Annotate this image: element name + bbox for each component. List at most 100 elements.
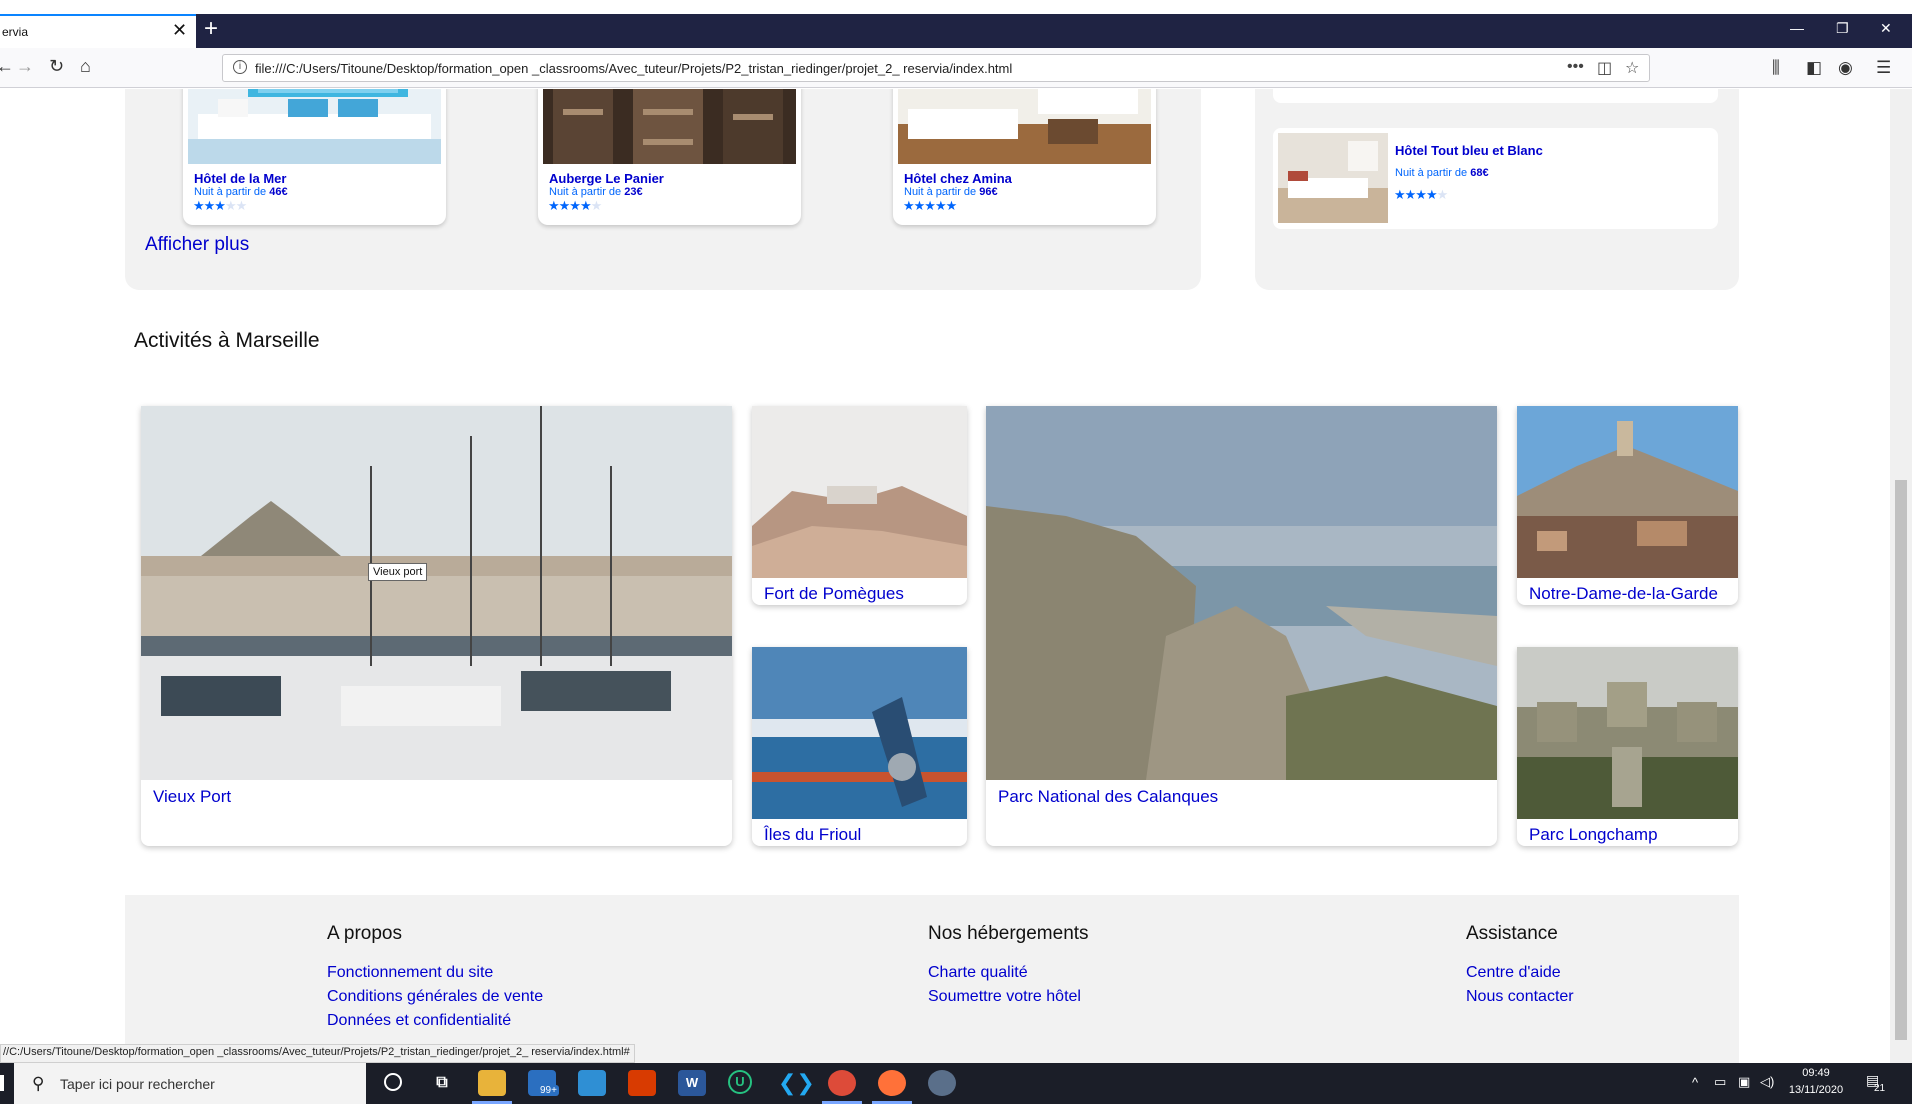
url-text[interactable]: file:///C:/Users/Titoune/Desktop/formati… <box>255 61 1012 76</box>
remote-desktop-icon[interactable] <box>578 1070 606 1096</box>
mail-badge: 99+ <box>538 1085 559 1096</box>
start-icon[interactable] <box>0 1075 4 1091</box>
cortana-icon[interactable] <box>384 1073 402 1091</box>
battery-icon[interactable]: ▭ <box>1714 1074 1726 1090</box>
pocket-icon[interactable]: ◫ <box>1597 58 1612 78</box>
windows-taskbar: ⚲ Taper ici pour rechercher ⧉ 99+ W U ❮❯… <box>0 1063 1912 1104</box>
activity-label: Fort de Pomègues <box>764 584 904 603</box>
hotel-price: Nuit à partir de 46€ <box>194 186 288 198</box>
volume-icon[interactable]: ◁) <box>1760 1074 1774 1090</box>
home-icon[interactable]: ⌂ <box>80 56 91 77</box>
forward-icon[interactable]: → <box>16 56 34 77</box>
minimize-icon[interactable]: — <box>1790 20 1804 36</box>
activity-card[interactable]: Parc Longchamp <box>1517 647 1738 846</box>
task-view-icon[interactable]: ⧉ <box>428 1070 456 1096</box>
image-tooltip: Vieux port <box>368 563 428 581</box>
library-icon[interactable]: ⫼ <box>1772 58 1780 78</box>
activity-card[interactable]: Fort de Pomègues <box>752 406 967 605</box>
activity-card[interactable]: Notre-Dame-de-la-Garde <box>1517 406 1738 605</box>
footer-link[interactable]: Soumettre votre hôtel <box>928 985 1089 1009</box>
rating-stars: ★★★★★ <box>1394 187 1448 202</box>
hotel-price: Nuit à partir de 68€ <box>1395 167 1489 179</box>
clock-date[interactable]: 13/11/2020 <box>1786 1084 1846 1096</box>
browser-tab-bar: ervia ✕ + — ❐ ✕ <box>0 14 1912 48</box>
activity-label: Notre-Dame-de-la-Garde <box>1529 584 1718 603</box>
footer-link[interactable]: Fonctionnement du site <box>327 961 543 985</box>
clock-time[interactable]: 09:49 <box>1786 1067 1846 1079</box>
footer-link[interactable]: Nous contacter <box>1466 985 1574 1009</box>
search-placeholder: Taper ici pour rechercher <box>60 1076 215 1092</box>
reload-icon[interactable]: ↻ <box>49 56 64 77</box>
hotel-card[interactable]: Hôtel de la Mer Nuit à partir de 46€ ★★★… <box>183 89 446 225</box>
activity-card[interactable]: Îles du Frioul <box>752 647 967 846</box>
hotel-name: Hôtel Tout bleu et Blanc <box>1395 143 1543 158</box>
activity-photo <box>1517 406 1738 578</box>
popular-card[interactable] <box>1273 89 1718 103</box>
hotel-name: Hôtel de la Mer <box>194 171 287 186</box>
footer-heading: A propos <box>327 923 402 944</box>
close-tab-icon[interactable]: ✕ <box>172 20 187 41</box>
page-content: Hôtel de la Mer Nuit à partir de 46€ ★★★… <box>0 89 1890 1063</box>
scrollbar-thumb[interactable] <box>1895 480 1907 1040</box>
footer: A propos Fonctionnement du site Conditio… <box>125 895 1739 1063</box>
footer-help: Assistance Centre d'aide Nous contacter <box>1466 923 1574 1009</box>
activity-label: Parc Longchamp <box>1529 825 1658 844</box>
hotel-photo <box>543 89 796 164</box>
footer-link[interactable]: Conditions générales de vente <box>327 985 543 1009</box>
taskbar-search[interactable]: ⚲ Taper ici pour rechercher <box>14 1063 366 1104</box>
footer-link[interactable]: Centre d'aide <box>1466 961 1574 985</box>
notifications-count: 21 <box>1874 1083 1886 1094</box>
bookmark-star-icon[interactable]: ☆ <box>1625 58 1639 78</box>
activity-photo <box>752 406 967 578</box>
hotel-card[interactable]: Hôtel chez Amina Nuit à partir de 96€ ★★… <box>893 89 1156 225</box>
rating-stars: ★★★★★ <box>193 198 247 213</box>
show-more-link[interactable]: Afficher plus <box>145 234 249 256</box>
hotel-photo <box>188 89 441 164</box>
file-explorer-icon[interactable] <box>478 1070 506 1096</box>
tray-chevron-icon[interactable]: ^ <box>1692 1075 1698 1090</box>
activity-photo <box>752 647 967 819</box>
firefox-icon[interactable] <box>878 1070 906 1096</box>
close-window-icon[interactable]: ✕ <box>1880 20 1892 37</box>
tab-title: ervia <box>2 25 29 39</box>
account-icon[interactable]: ◉ <box>1838 58 1853 78</box>
hotel-photo <box>1278 133 1388 223</box>
footer-heading: Assistance <box>1466 923 1558 944</box>
footer-link[interactable]: Données et confidentialité <box>327 1009 543 1033</box>
network-icon[interactable]: ▣ <box>1738 1074 1750 1090</box>
activity-card[interactable]: Parc National des Calanques <box>986 406 1497 846</box>
rating-stars: ★★★★★ <box>548 198 602 213</box>
menu-icon[interactable]: ☰ <box>1876 58 1891 78</box>
activity-photo <box>986 406 1497 780</box>
hotel-name: Auberge Le Panier <box>549 171 664 186</box>
popular-section: Hôtel Tout bleu et Blanc Nuit à partir d… <box>1255 89 1739 290</box>
browser-tab[interactable]: ervia ✕ <box>0 14 196 48</box>
status-bar: //C:/Users/Titoune/Desktop/formation_ope… <box>0 1044 635 1063</box>
back-icon[interactable]: ← <box>0 56 14 77</box>
chrome-icon[interactable] <box>828 1070 856 1096</box>
hotels-section: Hôtel de la Mer Nuit à partir de 46€ ★★★… <box>125 89 1201 290</box>
new-tab-icon[interactable]: + <box>204 15 218 43</box>
info-icon[interactable]: i <box>233 60 247 74</box>
footer-heading: Nos hébergements <box>928 923 1089 944</box>
activity-label: Vieux Port <box>153 787 232 806</box>
upwork-icon[interactable]: U <box>728 1070 752 1094</box>
sidebar-icon[interactable]: ◧ <box>1806 58 1822 78</box>
page-actions-icon[interactable]: ••• <box>1567 58 1584 76</box>
hotel-card[interactable]: Auberge Le Panier Nuit à partir de 23€ ★… <box>538 89 801 225</box>
activities-title: Activités à Marseille <box>134 329 320 352</box>
app-icon[interactable] <box>928 1070 956 1096</box>
restore-icon[interactable]: ❐ <box>1836 20 1849 37</box>
activity-card[interactable]: Vieux Port <box>141 406 732 846</box>
navigation-bar: ← → ↻ ⌂ i file:///C:/Users/Titoune/Deskt… <box>0 48 1912 88</box>
footer-link[interactable]: Charte qualité <box>928 961 1089 985</box>
popular-card[interactable]: Hôtel Tout bleu et Blanc Nuit à partir d… <box>1273 128 1718 229</box>
activity-label: Îles du Frioul <box>764 825 862 844</box>
vscode-icon[interactable]: ❮❯ <box>778 1070 815 1096</box>
hotel-price: Nuit à partir de 23€ <box>549 186 643 198</box>
word-icon[interactable]: W <box>678 1070 706 1096</box>
footer-about: A propos Fonctionnement du site Conditio… <box>327 923 543 1033</box>
office-icon[interactable] <box>628 1070 656 1096</box>
url-bar[interactable]: i file:///C:/Users/Titoune/Desktop/forma… <box>222 54 1650 82</box>
activity-photo <box>141 406 732 780</box>
